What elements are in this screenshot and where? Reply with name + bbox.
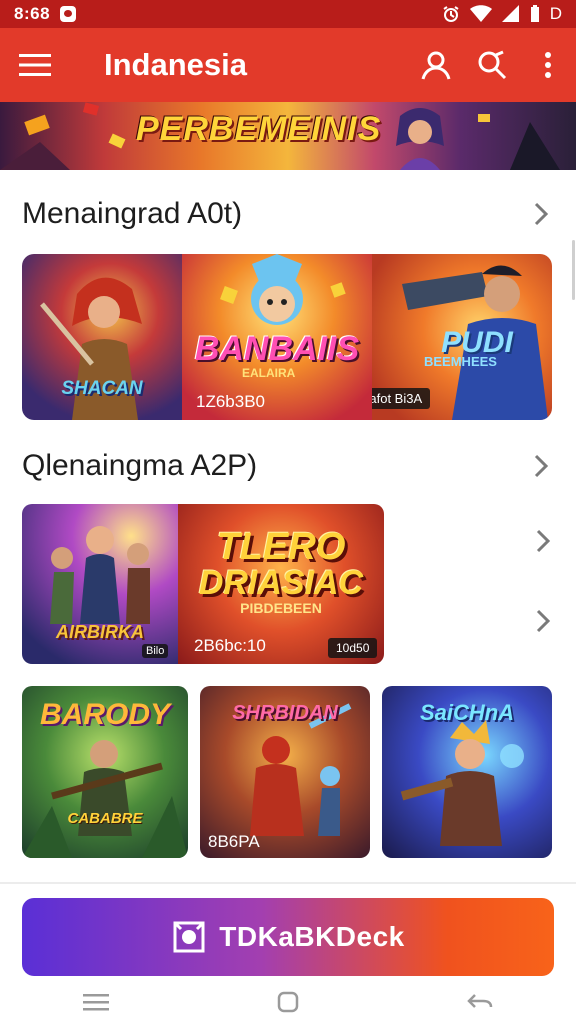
chevron-right-icon[interactable] [526,451,556,481]
battery-icon [530,5,539,22]
tile-logo-tlero-bottom: DRIASIAC [198,564,364,602]
section-header-2[interactable]: Qlenaingma A2P) [22,446,556,486]
app-bar: Indanesia [0,28,576,102]
chevron-right-icon[interactable] [528,526,558,556]
game-tile-shacan[interactable]: SHACAN [22,254,182,420]
user-icon [421,51,451,80]
section-header-1[interactable]: Menaingrad A0t) [22,194,556,234]
notification-icon [60,6,77,22]
status-time: 8:68 [14,4,51,23]
cta-label: TDKaBKDeck [219,921,405,952]
back-icon [467,994,493,1008]
nav-recents-button[interactable] [76,982,116,1022]
game-tile-saichna[interactable]: SaiCHnA [382,686,552,858]
search-icon [478,50,507,80]
home-icon [277,991,299,1013]
tile-count-banbaiis: 1Z6b3B0 [196,392,265,411]
search-button[interactable] [464,28,520,102]
signal-icon [501,5,519,22]
more-vert-icon [545,52,551,78]
banner-hero-image [396,108,444,170]
scrollbar[interactable] [572,240,575,300]
status-right-label: D [549,4,562,23]
tile-chip-airbirka: Bilo [142,644,169,658]
promo-banner[interactable]: PERBEMEINIS [0,102,576,170]
tile-logo-banbaiis: BANBAIIS [194,330,360,368]
cta-button[interactable]: TDKaBKDeck [22,898,554,976]
tile-sub-pudi: BEEMHEES [424,354,497,369]
nav-home-button[interactable] [268,982,308,1022]
game-tile-shrbidan[interactable]: SHRBIDAN 8B6PA [200,686,370,858]
nav-back-button[interactable] [460,982,500,1022]
wifi-icon [469,5,492,22]
game-tile-tlero[interactable]: TLERO DRIASIAC PIBDEBEEN 2B6bc:10 10d50 [178,504,384,664]
system-nav-bar [0,980,576,1024]
section-title-2: Qlenaingma A2P) [22,449,258,482]
alarm-icon [443,6,459,22]
tile-sub-tlero: PIBDEBEEN [240,600,322,616]
status-bar: 8:68 D [0,0,576,28]
tile-sub-barody: CABABRE [67,810,143,827]
game-tile-banbaiis[interactable]: BANBAIIS EALAIRA 1Z6b3B0 [182,254,372,420]
tile-chip-tlero: 10d50 [328,638,378,658]
game-tile-pudi[interactable]: PUDI BEEMHEES Dafot Bi3A [372,254,552,420]
hamburger-icon [19,54,51,76]
tile-logo-shrbidan: SHRBIDAN [232,702,338,724]
game-card-row-1[interactable]: SHACAN BANBAIIS EALAIRA 1Z6b3B0 PUDI BEE… [22,254,552,420]
tile-sub-banbaiis: EALAIRA [242,366,296,380]
game-tile-barody[interactable]: BARODY CABABRE [22,686,188,858]
game-card-row-2[interactable]: AIRBIRKA Bilo TLERO DRIASIAC PIBDEBEEN 2… [22,504,384,664]
tile-count-shrbidan: 8B6PA [208,832,260,851]
tile-logo-shacan: SHACAN [61,378,143,399]
tile-chip-pudi: Dafot Bi3A [372,388,431,409]
divider [0,882,576,884]
banner-headline: PERBEMEINIS [136,110,382,148]
tile-count-tlero: 2B6bc:10 [194,636,266,655]
more-button[interactable] [520,28,576,102]
tile-logo-barody: BARODY [39,698,170,731]
menu-button[interactable] [0,28,70,102]
game-tile-airbirka[interactable]: AIRBIRKA Bilo [22,504,178,664]
status-icons: D [442,4,562,24]
account-button[interactable] [408,28,464,102]
recents-icon [83,994,109,1011]
tile-logo-airbirka: AIRBIRKA [56,622,144,642]
tile-logo-saichna: SaiCHnA [419,700,515,725]
chevron-right-icon[interactable] [526,199,556,229]
tile-logo-tlero-top: TLERO [216,526,346,568]
chevron-right-icon[interactable] [528,606,558,636]
shield-icon [173,921,205,953]
app-title: Indanesia [104,47,247,82]
section-title-1: Menaingrad A0t) [22,197,243,230]
